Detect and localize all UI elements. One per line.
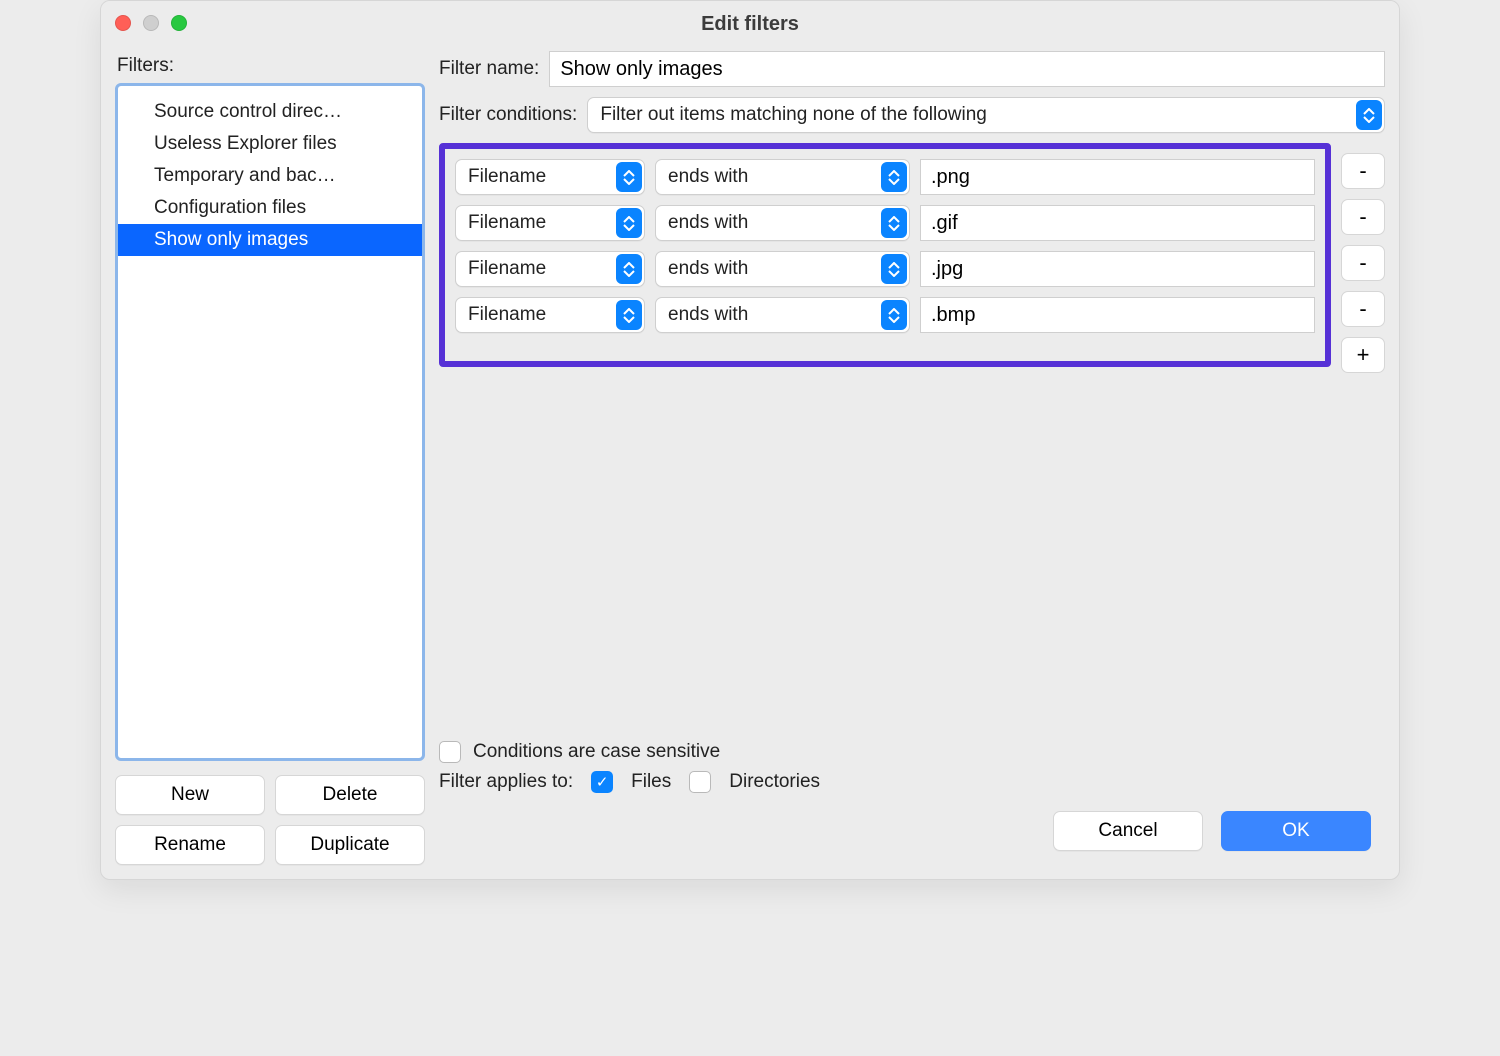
applies-to-row: Filter applies to: ✓ Files Directories [439,771,1385,793]
remove-condition-button[interactable]: - [1341,291,1385,327]
dialog-footer: Cancel OK [439,793,1385,865]
condition-operator-value: ends with [668,212,748,234]
filters-list-buttons: New Delete Rename Duplicate [115,775,425,865]
condition-operator-select[interactable]: ends with [655,251,910,287]
applies-dirs-checkbox[interactable] [689,771,711,793]
filter-list-item[interactable]: Temporary and bac… [118,160,422,192]
condition-field-value: Filename [468,212,546,234]
condition-field-value: Filename [468,258,546,280]
right-column: Filter name: Filter conditions: Filter o… [439,51,1385,865]
remove-condition-button[interactable]: - [1341,153,1385,189]
titlebar: Edit filters [101,1,1399,47]
condition-row: Filename ends with [455,205,1315,241]
condition-field-select[interactable]: Filename [455,205,645,241]
condition-operator-value: ends with [668,166,748,188]
updown-stepper-icon [1356,100,1382,130]
add-condition-button[interactable]: + [1341,337,1385,373]
condition-operator-select[interactable]: ends with [655,297,910,333]
applies-files-checkbox[interactable]: ✓ [591,771,613,793]
edit-filters-dialog: Edit filters Filters: Source control dir… [100,0,1400,880]
updown-stepper-icon [616,162,642,192]
case-sensitive-checkbox[interactable] [439,741,461,763]
filter-list-item[interactable]: Show only images [118,224,422,256]
minimize-window-button[interactable] [143,15,159,31]
rename-filter-button[interactable]: Rename [115,825,265,865]
updown-stepper-icon [616,254,642,284]
condition-value-input[interactable] [920,159,1315,195]
updown-stepper-icon [881,208,907,238]
updown-stepper-icon [881,254,907,284]
applies-dirs-label: Directories [729,771,820,793]
condition-value-input[interactable] [920,205,1315,241]
condition-field-value: Filename [468,304,546,326]
delete-filter-button[interactable]: Delete [275,775,425,815]
conditions-side-buttons: - - - - + [1341,153,1385,373]
condition-row: Filename ends with [455,251,1315,287]
case-sensitive-label: Conditions are case sensitive [473,741,720,763]
applies-files-label: Files [631,771,671,793]
condition-operator-select[interactable]: ends with [655,205,910,241]
condition-field-value: Filename [468,166,546,188]
filter-conditions-mode-value: Filter out items matching none of the fo… [600,104,987,126]
filter-name-row: Filter name: [439,51,1385,87]
cancel-button[interactable]: Cancel [1053,811,1203,851]
spacer [439,373,1385,733]
filter-list-item[interactable]: Configuration files [118,192,422,224]
updown-stepper-icon [616,208,642,238]
remove-condition-button[interactable]: - [1341,245,1385,281]
filters-listbox[interactable]: Source control direc…Useless Explorer fi… [115,83,425,761]
remove-condition-button[interactable]: - [1341,199,1385,235]
condition-field-select[interactable]: Filename [455,251,645,287]
condition-operator-value: ends with [668,304,748,326]
zoom-window-button[interactable] [171,15,187,31]
dialog-content: Filters: Source control direc…Useless Ex… [101,47,1399,879]
filter-name-input[interactable] [549,51,1385,87]
duplicate-filter-button[interactable]: Duplicate [275,825,425,865]
updown-stepper-icon [616,300,642,330]
updown-stepper-icon [881,162,907,192]
ok-button[interactable]: OK [1221,811,1371,851]
conditions-area: Filenameends withFilenameends withFilena… [439,143,1385,373]
condition-value-input[interactable] [920,297,1315,333]
condition-value-input[interactable] [920,251,1315,287]
condition-operator-select[interactable]: ends with [655,159,910,195]
filter-conditions-row: Filter conditions: Filter out items matc… [439,97,1385,133]
window-title: Edit filters [101,1,1399,47]
condition-row: Filename ends with [455,159,1315,195]
left-column: Filters: Source control direc…Useless Ex… [115,51,425,865]
updown-stepper-icon [881,300,907,330]
close-window-button[interactable] [115,15,131,31]
filter-list-item[interactable]: Useless Explorer files [118,128,422,160]
applies-to-label: Filter applies to: [439,771,573,793]
condition-field-select[interactable]: Filename [455,297,645,333]
condition-operator-value: ends with [668,258,748,280]
conditions-box: Filenameends withFilenameends withFilena… [439,143,1331,367]
condition-field-select[interactable]: Filename [455,159,645,195]
case-sensitive-row: Conditions are case sensitive [439,741,1385,763]
filter-list-item[interactable]: Source control direc… [118,96,422,128]
window-controls [115,15,187,31]
filter-conditions-label: Filter conditions: [439,104,577,126]
filter-name-label: Filter name: [439,58,539,80]
filter-conditions-mode-select[interactable]: Filter out items matching none of the fo… [587,97,1385,133]
new-filter-button[interactable]: New [115,775,265,815]
filters-list-label: Filters: [117,55,425,77]
condition-row: Filename ends with [455,297,1315,333]
